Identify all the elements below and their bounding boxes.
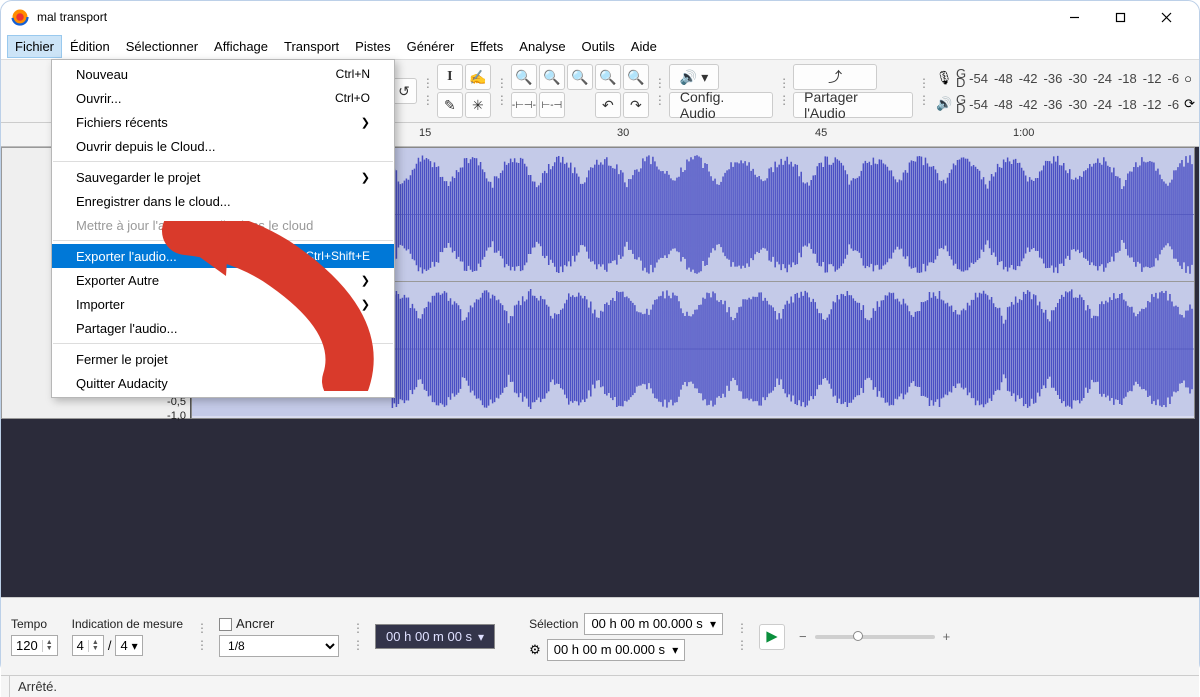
selection-end[interactable]: 00 h 00 m 00.000 s ▾ <box>547 639 686 661</box>
speaker-icon: 🔊 <box>933 93 955 115</box>
grip-icon[interactable] <box>197 610 205 664</box>
undo-button[interactable]: ↶ <box>595 92 621 118</box>
menu-affichage[interactable]: Affichage <box>206 35 276 58</box>
grip-icon[interactable] <box>655 64 663 118</box>
menu-effets[interactable]: Effets <box>462 35 511 58</box>
timesig-label: Indication de mesure <box>72 617 183 631</box>
envelope-tool[interactable]: ✍ <box>465 64 491 90</box>
close-button[interactable] <box>1143 1 1189 33</box>
menubar: FichierÉditionSélectionnerAffichageTrans… <box>1 33 1199 59</box>
meter-end-icon: ○ <box>1184 71 1192 86</box>
zoom-out-icon[interactable]: 🔍 <box>539 64 565 90</box>
audio-config-button[interactable]: Config. Audio <box>669 92 773 118</box>
menu-transport[interactable]: Transport <box>276 35 347 58</box>
empty-track-area[interactable] <box>1 447 1199 597</box>
menuitem-mettre-jour-l-aper-u-audio-dans-le-cloud: Mettre à jour l'aperçu audio dans le clo… <box>52 213 394 237</box>
grip-icon[interactable] <box>737 610 745 664</box>
selection-start[interactable]: 00 h 00 m 00.000 s ▾ <box>584 613 723 635</box>
record-meter[interactable]: 🎙 GD -54-48-42-36-30-24-18-12-6 ○ <box>933 67 1195 89</box>
multi-tool[interactable]: ✳ <box>465 92 491 118</box>
play-at-speed-button[interactable] <box>759 624 785 650</box>
menuitem-importer[interactable]: Importer❯ <box>52 292 394 316</box>
menuitem-enregistrer-dans-le-cloud-[interactable]: Enregistrer dans le cloud... <box>52 189 394 213</box>
file-menu-dropdown: NouveauCtrl+NOuvrir...Ctrl+OFichiers réc… <box>51 59 395 398</box>
menuitem-exporter-autre[interactable]: Exporter Autre❯ <box>52 268 394 292</box>
menu-outils[interactable]: Outils <box>574 35 623 58</box>
menuitem-fichiers-r-cents[interactable]: Fichiers récents❯ <box>52 110 394 134</box>
anchor-checkbox[interactable]: Ancrer <box>219 616 339 631</box>
draw-tool[interactable]: ✎ <box>437 92 463 118</box>
grip-icon[interactable] <box>423 64 431 118</box>
menuitem-partager-l-audio-[interactable]: Partager l'audio... <box>52 316 394 340</box>
zoom-toggle-icon[interactable]: 🔍 <box>623 64 649 90</box>
maximize-button[interactable] <box>1097 1 1143 33</box>
snap-select[interactable]: 1/8 <box>219 635 339 657</box>
gear-icon[interactable]: ⚙ <box>529 642 541 658</box>
zoom-fit-icon[interactable]: 🔍 <box>595 64 621 90</box>
zoom-sel-icon[interactable]: 🔍 <box>567 64 593 90</box>
share-audio-button[interactable]: Partager l'Audio <box>793 92 913 118</box>
loop-button[interactable]: ↺ <box>391 78 417 104</box>
minus-icon[interactable]: − <box>799 629 807 644</box>
window-title: mal transport <box>37 10 1051 24</box>
grip-icon[interactable] <box>353 610 361 664</box>
grip-icon[interactable] <box>497 64 505 118</box>
menuitem-ouvrir-[interactable]: Ouvrir...Ctrl+O <box>52 86 394 110</box>
menu-aide[interactable]: Aide <box>623 35 665 58</box>
zoom-in-icon[interactable]: 🔍 <box>511 64 537 90</box>
titlebar: mal transport <box>1 1 1199 33</box>
menuitem-sauvegarder-le-projet[interactable]: Sauvegarder le projet❯ <box>52 165 394 189</box>
menu-générer[interactable]: Générer <box>399 35 463 58</box>
grip-icon[interactable] <box>919 64 927 118</box>
menuitem-ouvrir-depuis-le-cloud-[interactable]: Ouvrir depuis le Cloud... <box>52 134 394 158</box>
menu-pistes[interactable]: Pistes <box>347 35 398 58</box>
app-icon <box>11 8 29 26</box>
microphone-icon: 🎙 <box>933 67 955 89</box>
grip-icon[interactable] <box>779 64 787 118</box>
timesig-num[interactable]: 4▲▼ <box>72 635 104 656</box>
tempo-input[interactable]: 120▲▼ <box>11 635 58 656</box>
menu-analyse[interactable]: Analyse <box>511 35 573 58</box>
minimize-button[interactable] <box>1051 1 1097 33</box>
menuitem-nouveau[interactable]: NouveauCtrl+N <box>52 62 394 86</box>
menuitem-quitter-audacity[interactable]: Quitter AudacityCtrl+Q <box>52 371 394 395</box>
menu-fichier[interactable]: Fichier <box>7 35 62 58</box>
trim-icon[interactable]: -⊢⊣- <box>511 92 537 118</box>
menu-sélectionner[interactable]: Sélectionner <box>118 35 206 58</box>
menuitem-fermer-le-projet[interactable]: Fermer le projetCtrl+W <box>52 347 394 371</box>
menuitem-exporter-l-audio-[interactable]: Exporter l'audio...Ctrl+Shift+E <box>52 244 394 268</box>
time-display[interactable]: 00 h 00 m 00 s▾ <box>375 624 495 649</box>
silence-icon[interactable]: ⊢-⊣ <box>539 92 565 118</box>
timesig-den[interactable]: 4 ▾ <box>115 635 142 656</box>
ibeam-tool[interactable]: I <box>437 64 463 90</box>
redo-button[interactable]: ↷ <box>623 92 649 118</box>
meter-end-icon: ⟳ <box>1184 96 1195 112</box>
selection-label: Sélection <box>529 617 578 631</box>
share-icon[interactable]: ⤴ <box>793 64 877 90</box>
plus-icon[interactable]: + <box>943 629 951 644</box>
playback-meter[interactable]: 🔊 GD -54-48-42-36-30-24-18-12-6 ⟳ <box>933 93 1195 115</box>
speed-slider[interactable] <box>815 635 935 639</box>
tempo-label: Tempo <box>11 617 58 631</box>
menu-édition[interactable]: Édition <box>62 35 118 58</box>
statusbar: Arrêté. <box>1 675 1199 697</box>
playback-speed[interactable]: 🔊 ▾ <box>669 64 719 90</box>
footer-toolbar: Tempo 120▲▼ Indication de mesure 4▲▼ / 4… <box>1 597 1199 675</box>
status-text: Arrêté. <box>9 676 65 697</box>
scale-label: -1,0 <box>167 410 186 422</box>
